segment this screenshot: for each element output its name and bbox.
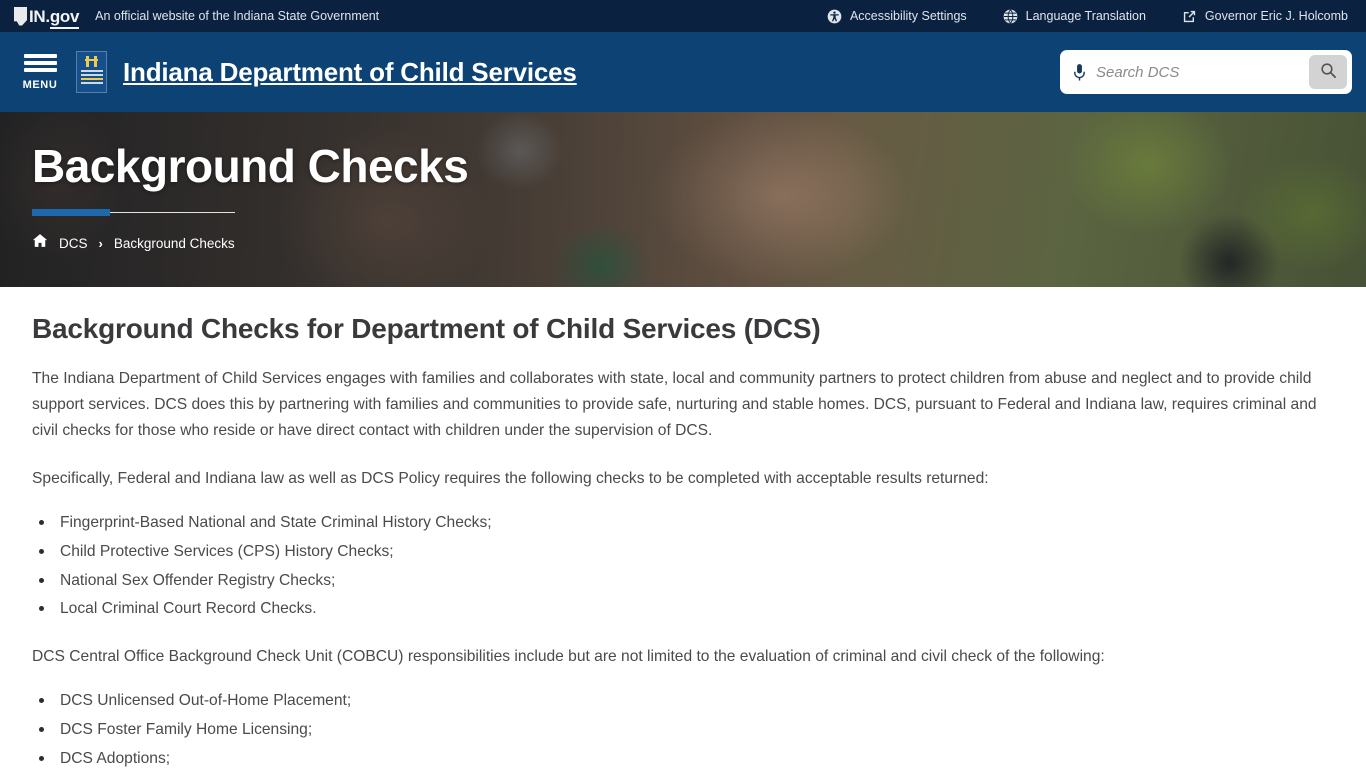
seal-text-lines [80,70,103,86]
main-content: Background Checks for Department of Chil… [0,287,1366,768]
external-link-icon [1182,9,1197,24]
accessibility-settings-link[interactable]: Accessibility Settings [827,9,967,24]
governor-label: Governor Eric J. Holcomb [1204,9,1348,23]
language-translation-label: Language Translation [1025,9,1146,23]
breadcrumb-item-dcs[interactable]: DCS [59,236,88,251]
list-item: Local Criminal Court Record Checks. [32,596,1336,622]
list-item: National Sex Offender Registry Checks; [32,568,1336,594]
ingov-logo-gov: gov [49,6,79,29]
list-item: DCS Unlicensed Out-of-Home Placement; [32,688,1336,714]
hamburger-icon-line-1 [23,53,57,58]
top-utility-links: Accessibility Settings Language Translat… [827,8,1352,24]
agency-seal-logo[interactable] [76,51,107,93]
list-item: Fingerprint-Based National and State Cri… [32,510,1336,536]
indiana-state-shape-icon [14,6,27,26]
chevron-right-icon: › [98,235,103,251]
menu-button-label: MENU [22,78,58,91]
cobcu-responsibilities-list: DCS Unlicensed Out-of-Home Placement; DC… [32,688,1336,768]
hero-banner: Background Checks DCS › Background Check… [0,112,1366,287]
site-title[interactable]: Indiana Department of Child Services [123,57,577,88]
breadcrumb: DCS › Background Checks [32,233,1366,253]
home-icon[interactable] [32,233,48,253]
cobcu-intro-paragraph: DCS Central Office Background Check Unit… [32,648,1105,666]
ingov-logo-in: IN. [29,6,50,26]
globe-icon [1003,8,1018,24]
accessibility-settings-label: Accessibility Settings [849,9,967,23]
search-icon [1320,62,1337,82]
ingov-logo-link[interactable]: IN.gov [14,6,79,29]
breadcrumb-item-current: Background Checks [113,235,235,251]
search-submit-button[interactable] [1309,55,1347,89]
page-title: Background Checks [32,140,469,192]
microphone-icon[interactable] [1072,63,1096,82]
search-input[interactable] [1096,63,1309,81]
accessibility-icon [827,9,842,24]
required-checks-intro-paragraph: Specifically, Federal and Indiana law as… [32,469,989,487]
ingov-logo-text: IN.gov [29,6,79,29]
top-utility-bar: IN.gov An official website of the Indian… [0,0,1366,32]
hero-accent-rule [32,209,235,217]
list-item: DCS Foster Family Home Licensing; [32,717,1336,743]
list-item: DCS Adoptions; [32,746,1336,768]
required-checks-list: Fingerprint-Based National and State Cri… [32,510,1336,623]
hamburger-icon-line-3 [23,67,57,72]
search-container [1060,50,1352,94]
seal-emblem-icon [85,56,98,67]
menu-button[interactable]: MENU [14,53,66,91]
language-translation-link[interactable]: Language Translation [1003,8,1146,24]
intro-paragraph: The Indiana Department of Child Services… [32,370,1317,440]
hamburger-icon-line-2 [23,60,57,65]
site-header: MENU Indiana Department of Child Service… [0,32,1366,112]
list-item: Child Protective Services (CPS) History … [32,539,1336,565]
official-website-notice: An official website of the Indiana State… [95,9,380,23]
content-heading: Background Checks for Department of Chil… [32,313,821,344]
governor-link[interactable]: Governor Eric J. Holcomb [1182,9,1348,24]
